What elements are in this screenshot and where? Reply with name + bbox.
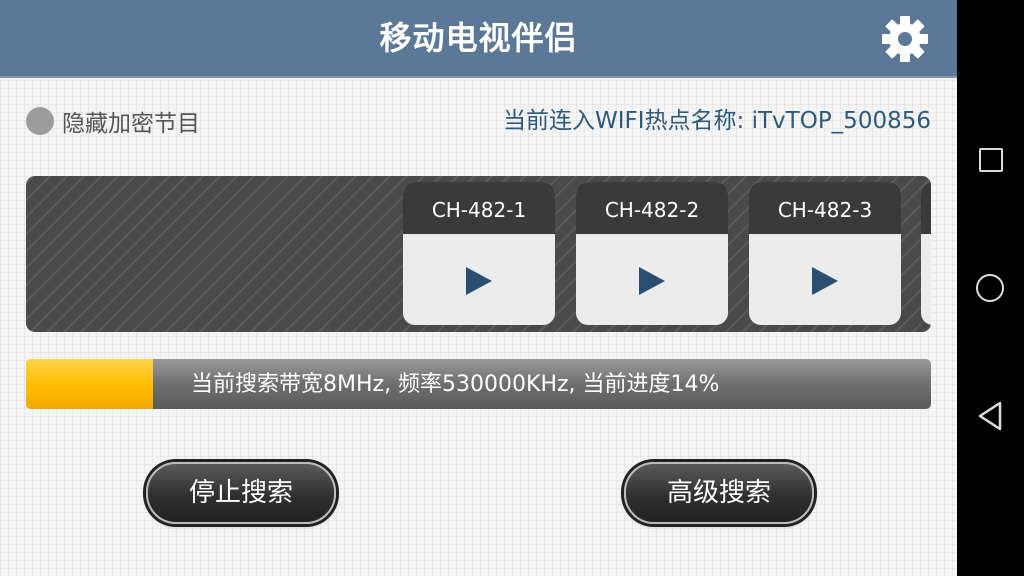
system-nav-bar [957, 0, 1024, 576]
play-icon[interactable] [639, 267, 665, 295]
wifi-hotspot-name: 当前连入WIFI热点名称: iTvTOP_500856 [503, 108, 931, 134]
app-title: 移动电视伴侣 [379, 19, 578, 57]
channel-name: CH-482-1 [403, 182, 555, 234]
scan-status-text: 当前搜索带宽8MHz, 频率530000KHz, 当前进度14% [191, 372, 720, 397]
play-icon[interactable] [466, 267, 492, 295]
scan-progress-fill [26, 359, 153, 409]
home-circle-icon[interactable] [976, 274, 1004, 302]
title-bar: 移动电视伴侣 [0, 0, 957, 78]
play-icon[interactable] [812, 267, 838, 295]
app-screen: 移动电视伴侣 隐藏加密节目 当前连入WIFI热点名称: iTvTOP_50085… [0, 0, 957, 576]
scan-progress-bar: 当前搜索带宽8MHz, 频率530000KHz, 当前进度14% [26, 359, 931, 409]
back-triangle-icon[interactable] [976, 400, 1004, 432]
channel-name: CH-482-3 [749, 182, 901, 234]
hide-encrypted-radio[interactable] [26, 107, 54, 135]
gear-icon[interactable] [877, 14, 933, 64]
hide-encrypted-option[interactable]: 隐藏加密节目 [26, 103, 200, 139]
channel-card[interactable]: CH-482-3 [749, 182, 901, 325]
channel-card[interactable]: CH-482-2 [576, 182, 728, 325]
recents-square-icon[interactable] [979, 148, 1003, 172]
advanced-search-button[interactable]: 高级搜索 [624, 462, 814, 524]
channel-list[interactable]: CH-482-1 CH-482-2 CH-482-3 [26, 176, 931, 332]
stop-search-button[interactable]: 停止搜索 [146, 462, 336, 524]
channel-card[interactable]: CH-482-1 [403, 182, 555, 325]
channel-name: CH-482-2 [576, 182, 728, 234]
channel-card-partial[interactable] [921, 182, 931, 325]
hide-encrypted-label: 隐藏加密节目 [62, 111, 200, 137]
